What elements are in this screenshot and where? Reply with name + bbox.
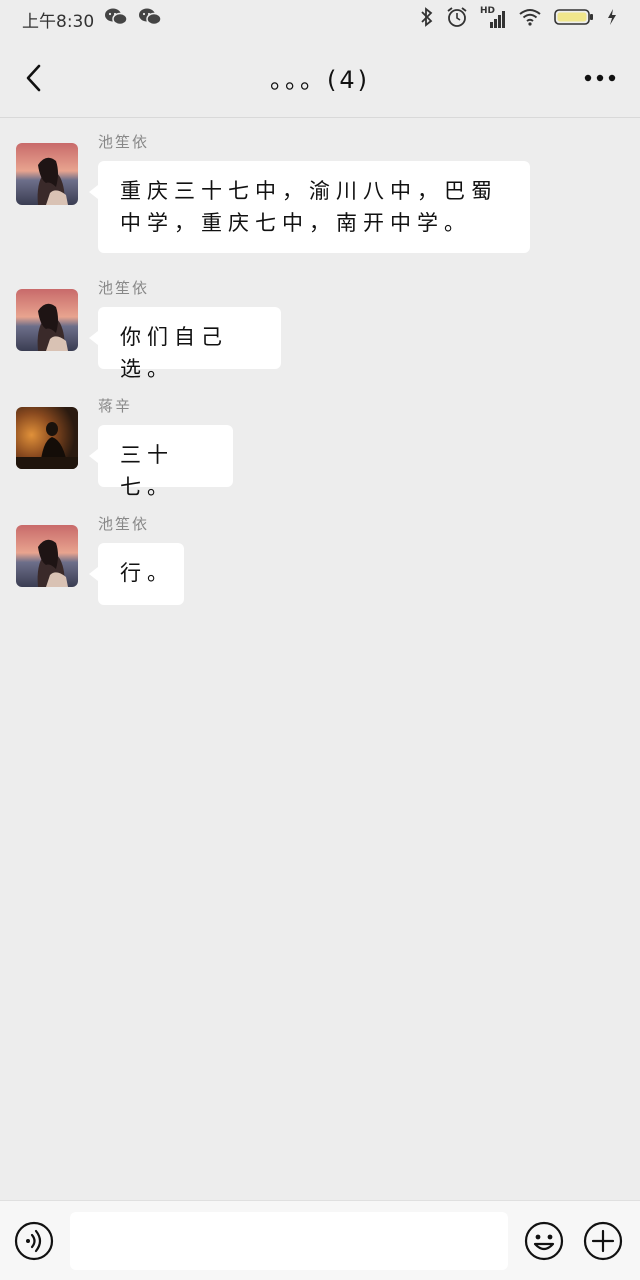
wifi-icon [518,7,542,32]
message-bubble[interactable]: 重庆三十七中，渝川八中，巴蜀中学，重庆七中，南开中学。 [89,161,530,253]
input-bar [0,1200,640,1280]
message-item: 池笙依 重庆三十七中，渝川八中，巴蜀中学，重庆七中，南开中学。 [0,133,640,278]
sender-name: 池笙依 [98,133,150,151]
message-input[interactable] [70,1212,508,1270]
status-right: HD [420,6,618,33]
emoji-icon [524,1221,564,1261]
alarm-icon [446,6,468,33]
avatar[interactable] [16,289,78,351]
message-bubble[interactable]: 你们自己选。 [89,307,281,381]
message-item: 池笙依 行。 [0,515,640,615]
avatar[interactable] [16,143,78,205]
status-left: 上午8:30 [22,7,162,32]
battery-icon [554,8,594,31]
chat-title: 。。。(4) [270,66,370,94]
wechat-notification-icon [138,7,162,32]
status-bar: 上午8:30 HD [0,0,640,38]
more-button[interactable] [578,63,622,93]
avatar[interactable] [16,407,78,469]
voice-button[interactable] [14,1221,54,1261]
voice-icon [14,1221,54,1261]
message-item: 池笙依 你们自己选。 [0,279,640,381]
chat-header: 。。。(4) [0,38,640,118]
bluetooth-icon [420,6,434,32]
charging-icon [606,8,618,31]
message-item: 蒋辛 三十七。 [0,397,640,499]
more-dots-icon [584,74,616,82]
sender-name: 池笙依 [98,515,150,533]
wechat-notification-icon [104,7,128,32]
status-time: 上午8:30 [22,11,95,32]
plus-icon [583,1221,623,1261]
signal-icon: HD [480,6,506,29]
emoji-button[interactable] [524,1221,564,1261]
message-list: 池笙依 重庆三十七中，渝川八中，巴蜀中学，重庆七中，南开中学。 池笙依 你们自己… [0,118,640,1200]
message-bubble[interactable]: 三十七。 [89,425,233,499]
message-bubble[interactable]: 行。 [89,543,184,605]
plus-button[interactable] [583,1221,623,1261]
sender-name: 蒋辛 [98,397,133,415]
avatar[interactable] [16,525,78,587]
sender-name: 池笙依 [98,279,150,297]
